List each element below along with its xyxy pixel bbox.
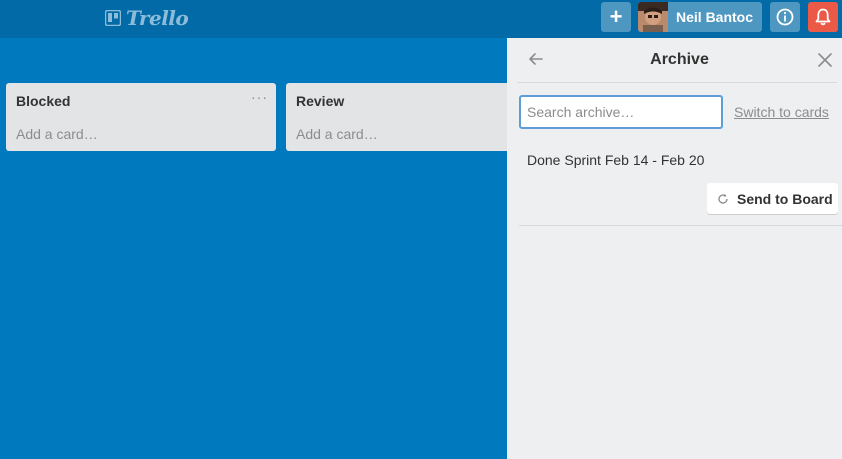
user-menu-button[interactable]: Neil Bantoc xyxy=(638,2,762,32)
sidebar-header: Archive xyxy=(517,38,837,83)
plus-icon: + xyxy=(609,4,623,29)
send-to-board-label: Send to Board xyxy=(737,190,833,207)
trello-logo[interactable]: Trello xyxy=(105,6,189,30)
info-button[interactable] xyxy=(770,2,800,32)
list-title[interactable]: Blocked xyxy=(16,93,70,109)
switch-to-cards-link[interactable]: Switch to cards xyxy=(734,104,829,120)
add-card-link[interactable]: Add a card… xyxy=(16,126,98,142)
avatar xyxy=(638,2,668,32)
close-icon[interactable] xyxy=(817,52,833,68)
logo-text: Trello xyxy=(126,6,189,30)
sidebar-title: Archive xyxy=(650,51,709,68)
divider xyxy=(519,225,842,226)
user-name: Neil Bantoc xyxy=(676,9,754,25)
search-archive-input[interactable] xyxy=(519,95,723,129)
restore-icon xyxy=(718,193,728,204)
add-card-link[interactable]: Add a card… xyxy=(296,126,378,142)
archive-sidebar: Archive Switch to cards Done Sprint Feb … xyxy=(507,38,842,459)
send-to-board-button[interactable]: Send to Board xyxy=(707,183,838,214)
trello-board-icon xyxy=(105,10,121,26)
notifications-button[interactable] xyxy=(808,2,838,32)
add-button[interactable]: + xyxy=(601,2,631,32)
info-icon xyxy=(776,8,794,26)
archived-list-name: Done Sprint Feb 14 - Feb 20 xyxy=(527,152,705,168)
list-title[interactable]: Review xyxy=(296,93,344,109)
list-blocked: Blocked ··· Add a card… xyxy=(6,83,276,151)
top-header: Trello + Neil Bantoc xyxy=(0,0,842,38)
list-menu-icon[interactable]: ··· xyxy=(251,89,268,105)
bell-icon xyxy=(815,8,831,26)
